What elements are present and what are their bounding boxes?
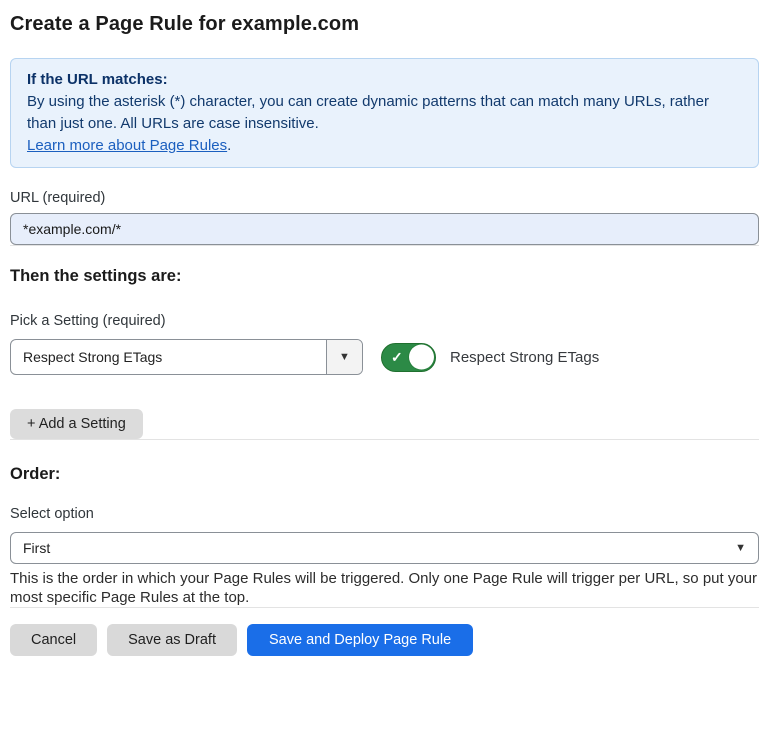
setting-row: Respect Strong ETags ▼ ✓ Respect Strong … — [10, 339, 759, 375]
order-select-value: First — [23, 540, 50, 556]
order-select-label: Select option — [10, 505, 759, 523]
info-box-heading: If the URL matches: — [27, 69, 742, 91]
setting-toggle-group: ✓ Respect Strong ETags — [381, 343, 599, 372]
setting-toggle[interactable]: ✓ — [381, 343, 436, 372]
order-section-heading: Order: — [10, 464, 759, 484]
check-icon: ✓ — [391, 350, 403, 364]
save-deploy-button[interactable]: Save and Deploy Page Rule — [247, 624, 473, 656]
save-draft-button[interactable]: Save as Draft — [107, 624, 237, 656]
url-input[interactable] — [10, 213, 759, 245]
url-field-label: URL (required) — [10, 189, 759, 207]
section-divider — [10, 245, 759, 246]
add-setting-button[interactable]: + Add a Setting — [10, 409, 143, 439]
learn-more-link[interactable]: Learn more about Page Rules — [27, 137, 227, 154]
cancel-button[interactable]: Cancel — [10, 624, 97, 656]
section-divider — [10, 439, 759, 440]
page-title: Create a Page Rule for example.com — [10, 12, 759, 36]
setting-dropdown[interactable]: Respect Strong ETags ▼ — [10, 339, 363, 375]
footer-actions: Cancel Save as Draft Save and Deploy Pag… — [10, 624, 759, 656]
info-box-body: By using the asterisk (*) character, you… — [27, 91, 742, 135]
dropdown-arrow-segment[interactable]: ▼ — [326, 340, 362, 374]
pick-setting-label: Pick a Setting (required) — [10, 312, 759, 330]
order-select[interactable]: First ▼ — [10, 532, 759, 564]
settings-section-heading: Then the settings are: — [10, 266, 759, 286]
order-help-text: This is the order in which your Page Rul… — [10, 569, 759, 607]
chevron-down-icon: ▼ — [339, 351, 350, 363]
chevron-down-icon: ▼ — [735, 542, 746, 554]
setting-dropdown-value: Respect Strong ETags — [11, 340, 326, 374]
page-rule-form: Create a Page Rule for example.com If th… — [0, 12, 769, 656]
order-select-wrap: First ▼ — [10, 532, 759, 564]
toggle-knob — [409, 345, 434, 370]
url-match-info-box: If the URL matches: By using the asteris… — [10, 58, 759, 168]
info-box-link-line: Learn more about Page Rules. — [27, 135, 742, 157]
link-suffix: . — [227, 137, 231, 154]
setting-toggle-label: Respect Strong ETags — [450, 349, 599, 366]
footer-divider — [10, 607, 759, 608]
